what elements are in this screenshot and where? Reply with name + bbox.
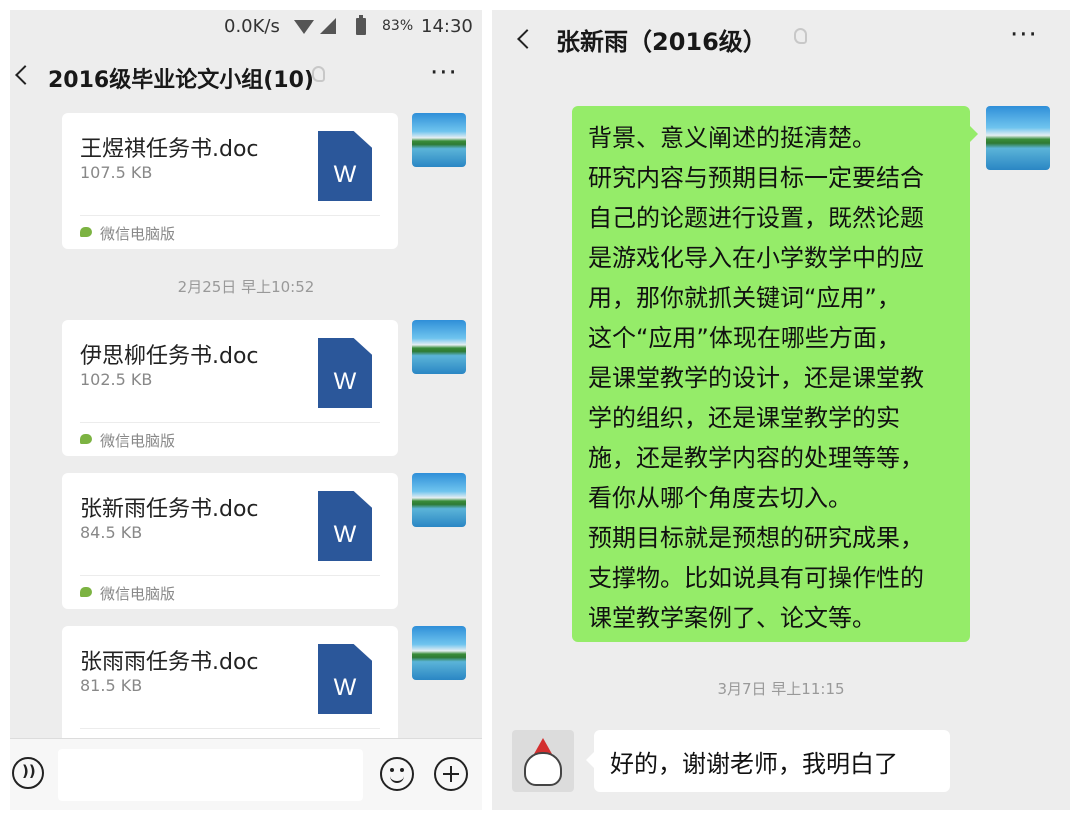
divider	[80, 215, 380, 216]
divider	[80, 422, 380, 423]
file-name: 伊思柳任务书.doc	[80, 344, 259, 369]
file-size: 102.5 KB	[80, 370, 153, 389]
avatar[interactable]	[412, 473, 466, 527]
word-file-icon: W	[318, 338, 372, 408]
avatar[interactable]	[412, 320, 466, 374]
bear-icon	[524, 752, 562, 786]
message-text: 好的，谢谢老师，我明白了	[610, 750, 898, 778]
ear-icon	[794, 28, 807, 44]
file-size: 107.5 KB	[80, 163, 153, 182]
message-line: 用，那你就抓关键词“应用”，	[588, 284, 901, 312]
message-line: 预期目标就是预想的研究成果，	[588, 524, 924, 552]
file-source: 微信电脑版	[100, 225, 176, 243]
private-chat-panel: 张新雨（2016级） ··· 背景、意义阐述的挺清楚。 研究内容与预期目标一定要…	[492, 10, 1070, 810]
wifi-icon	[294, 20, 314, 34]
received-message-bubble[interactable]: 好的，谢谢老师，我明白了	[586, 730, 950, 792]
timestamp: 3月7日 早上11:15	[717, 680, 845, 698]
file-name: 王煜祺任务书.doc	[80, 137, 259, 162]
more-icon[interactable]: ···	[1010, 22, 1038, 48]
input-bar	[10, 738, 482, 810]
file-message[interactable]: 王煜祺任务书.doc 107.5 KB W 微信电脑版	[62, 113, 398, 249]
message-line: 是游戏化导入在小学数学中的应	[588, 244, 924, 272]
group-chat-panel: 0.0K/s 83% 14:30 2016级毕业论文小组(10) ··· 王煜祺…	[10, 10, 482, 810]
message-line: 学的组织，还是课堂教学的实	[588, 404, 900, 432]
more-icon[interactable]: ···	[430, 60, 458, 86]
file-source: 微信电脑版	[100, 432, 176, 450]
message-line: 这个“应用”体现在哪些方面，	[588, 324, 901, 352]
divider	[80, 575, 380, 576]
file-name: 张雨雨任务书.doc	[80, 650, 259, 675]
file-size: 84.5 KB	[80, 523, 143, 542]
chat-title: 张新雨（2016级）	[556, 28, 767, 56]
message-line: 研究内容与预期目标一定要结合	[588, 164, 924, 192]
avatar[interactable]	[986, 106, 1050, 170]
message-input[interactable]	[58, 749, 363, 801]
back-icon[interactable]	[15, 65, 35, 85]
chat-title: 2016级毕业论文小组(10)	[48, 68, 314, 93]
message-line: 背景、意义阐述的挺清楚。	[588, 124, 876, 152]
word-file-icon: W	[318, 644, 372, 714]
plus-icon[interactable]	[434, 757, 468, 791]
word-file-icon: W	[318, 131, 372, 201]
message-line: 看你从哪个角度去切入。	[588, 484, 852, 512]
ear-icon	[312, 66, 325, 82]
avatar[interactable]	[512, 730, 574, 792]
wechat-pc-icon	[80, 227, 92, 237]
avatar[interactable]	[412, 626, 466, 680]
voice-icon[interactable]	[12, 757, 44, 789]
message-line: 自己的论题进行设置，既然论题	[588, 204, 924, 232]
divider	[80, 728, 380, 729]
timestamp: 2月25日 早上10:52	[177, 278, 315, 296]
message-line: 施，还是教学内容的处理等等，	[588, 444, 924, 472]
word-file-icon: W	[318, 491, 372, 561]
wechat-pc-icon	[80, 434, 92, 444]
emoji-icon[interactable]	[380, 757, 414, 791]
battery-icon	[356, 15, 366, 35]
message-line: 课堂教学案例了、论文等。	[588, 604, 876, 632]
file-name: 张新雨任务书.doc	[80, 497, 259, 522]
status-time: 14:30	[421, 16, 473, 37]
file-size: 81.5 KB	[80, 676, 143, 695]
sent-message-bubble[interactable]: 背景、意义阐述的挺清楚。 研究内容与预期目标一定要结合 自己的论题进行设置，既然…	[572, 106, 978, 642]
file-message[interactable]: 伊思柳任务书.doc 102.5 KB W 微信电脑版	[62, 320, 398, 456]
signal-icon	[320, 18, 336, 34]
file-message[interactable]: 张新雨任务书.doc 84.5 KB W 微信电脑版	[62, 473, 398, 609]
message-line: 是课堂教学的设计，还是课堂教	[588, 364, 924, 392]
back-icon[interactable]	[517, 29, 537, 49]
wechat-pc-icon	[80, 587, 92, 597]
battery-percent: 83%	[382, 18, 414, 34]
net-speed: 0.0K/s	[224, 16, 280, 37]
avatar[interactable]	[412, 113, 466, 167]
file-source: 微信电脑版	[100, 585, 176, 603]
message-line: 支撑物。比如说具有可操作性的	[588, 564, 924, 592]
status-bar: 0.0K/s 83% 14:30	[10, 10, 482, 44]
